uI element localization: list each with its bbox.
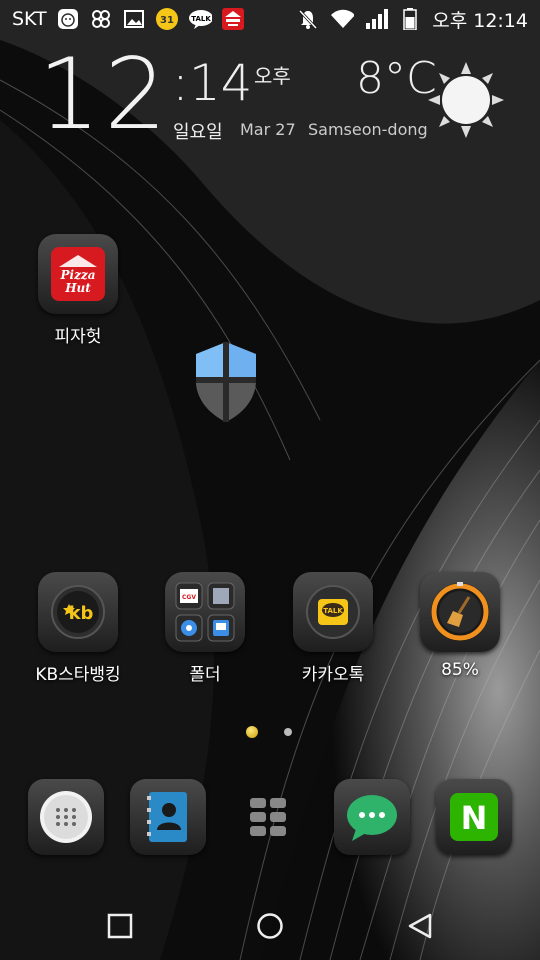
- page-indicator-active[interactable]: [246, 726, 258, 738]
- app-label: KB스타뱅킹: [35, 665, 121, 685]
- status-bar-left: SKT 31 TALK: [12, 0, 245, 38]
- clock-hour: 12: [38, 38, 171, 152]
- back-icon[interactable]: [400, 906, 440, 946]
- cleaner-broom-icon: [420, 572, 500, 652]
- phone-dialer-icon[interactable]: [28, 779, 104, 855]
- kakaotalk-icon: TALK: [293, 572, 373, 652]
- clock-ampm: 오후: [254, 64, 291, 88]
- clock-day: 일요일: [173, 122, 223, 143]
- page-indicator-inactive[interactable]: [284, 728, 292, 736]
- mute-icon: [296, 7, 320, 31]
- battery-icon: [398, 7, 422, 31]
- app-folder[interactable]: CGV 폴더: [160, 572, 250, 685]
- app-pizza-hut[interactable]: Pizza Hut 피자헛: [33, 234, 123, 347]
- baskin-robbins-icon: 31: [155, 7, 179, 31]
- signal-icon: [364, 7, 389, 31]
- sun-icon: [426, 60, 506, 140]
- kakaotalk-logo-text: TALK: [323, 607, 343, 615]
- status-time: 오후 12:14: [432, 9, 528, 32]
- app-label: 폴더: [189, 665, 221, 685]
- kb-star-banking-icon: kb: [38, 572, 118, 652]
- clover-icon: [89, 7, 113, 31]
- baby-app-icon: [56, 7, 80, 31]
- br-badge-text: 31: [160, 15, 174, 26]
- clock-date: Mar 27: [240, 120, 296, 139]
- naver-icon[interactable]: N: [436, 779, 512, 855]
- pizza-hut-icon: Pizza Hut: [38, 234, 118, 314]
- talk-badge-text: TALK: [191, 15, 211, 23]
- kakaotalk-status-icon: TALK: [188, 7, 212, 31]
- navigation-bar: [0, 884, 540, 960]
- clock-minute: :14: [172, 54, 253, 112]
- app-label: 카카오톡: [301, 665, 365, 685]
- carrier-label: SKT: [12, 8, 47, 30]
- app-drawer-icon[interactable]: [244, 794, 292, 842]
- naver-logo-text: N: [461, 799, 488, 837]
- app-memory-cleaner[interactable]: 85%: [415, 572, 505, 680]
- pizza-hut-status-icon: [221, 7, 245, 31]
- app-kb-star-banking[interactable]: kb KB스타뱅킹: [33, 572, 123, 685]
- clock-weather-widget[interactable]: 12 :14 오후 8°C 일요일 Mar 27 Samseon-dong: [0, 40, 540, 160]
- pizza-hut-logo-text-2: Hut: [64, 281, 91, 295]
- messages-icon[interactable]: [334, 779, 410, 855]
- status-bar: SKT 31 TALK 오후 12:14: [0, 0, 540, 38]
- security-shield-icon[interactable]: [190, 340, 262, 424]
- home-icon[interactable]: [250, 906, 290, 946]
- weather-location: Samseon-dong: [308, 120, 428, 139]
- wifi-icon: [330, 7, 355, 31]
- recent-apps-icon[interactable]: [100, 906, 140, 946]
- pizza-hut-logo-text-1: Pizza: [60, 268, 96, 282]
- folder-icon: CGV: [165, 572, 245, 652]
- gallery-icon: [122, 7, 146, 31]
- status-bar-right: 오후 12:14: [296, 0, 528, 38]
- app-kakaotalk[interactable]: TALK 카카오톡: [288, 572, 378, 685]
- app-label: 85%: [441, 660, 479, 680]
- weather-temperature: 8°C: [356, 53, 437, 104]
- cgv-mini-text: CGV: [182, 594, 196, 601]
- contacts-icon[interactable]: [130, 779, 206, 855]
- app-label: 피자헛: [54, 327, 102, 347]
